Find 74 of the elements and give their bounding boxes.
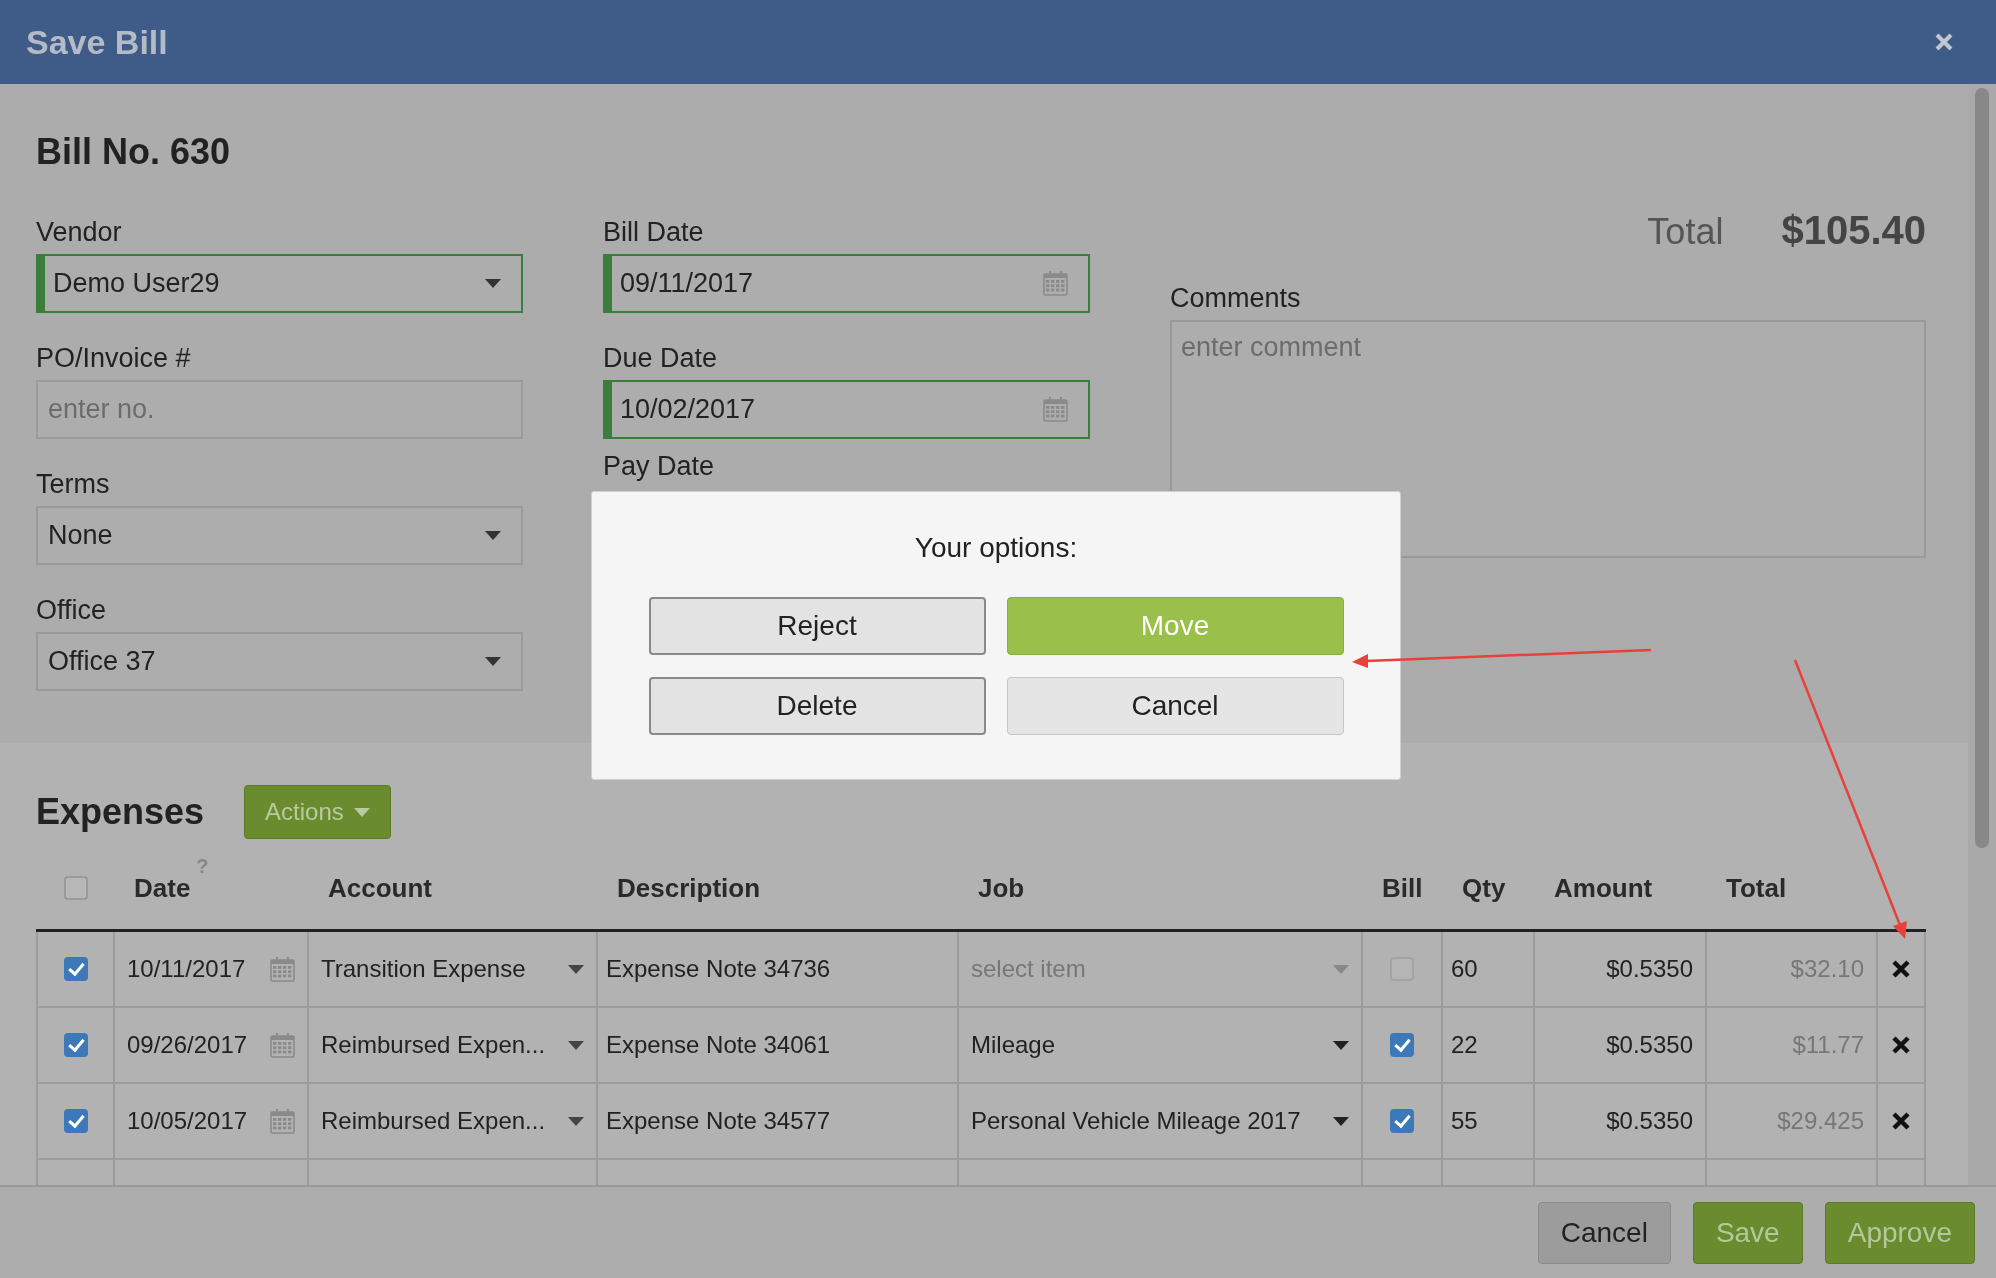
- quantity-text: 55: [1451, 1107, 1478, 1135]
- checkbox[interactable]: [1390, 1109, 1414, 1133]
- total-label: Total: [1647, 211, 1724, 253]
- field-label: Bill Date: [603, 216, 704, 249]
- description-text: Expense Note 34061: [606, 1031, 831, 1059]
- option-button[interactable]: Cancel: [1006, 677, 1344, 735]
- date-field[interactable]: 10/02/2017: [603, 380, 1090, 439]
- quantity-text: 22: [1451, 1031, 1478, 1059]
- column-header: Bill: [1382, 872, 1423, 904]
- quantity-text: 60: [1451, 955, 1478, 983]
- bill-title: Bill No. 630: [36, 130, 231, 174]
- caret-icon: [485, 657, 501, 666]
- total-amount: $105.40: [1781, 208, 1926, 253]
- checkbox[interactable]: [63, 1033, 88, 1057]
- caret-icon: [353, 807, 370, 817]
- select-field[interactable]: Office 37: [36, 632, 523, 691]
- total-text: $29.425: [1777, 1107, 1864, 1135]
- field-label: Office: [36, 594, 107, 627]
- amount-text: $0.5350: [1606, 955, 1693, 983]
- delete-icon[interactable]: [1891, 1111, 1911, 1131]
- footer-button[interactable]: Cancel: [1537, 1201, 1671, 1264]
- field-label: Terms: [36, 468, 110, 501]
- date-text: 10/11/2017: [127, 955, 246, 983]
- date-field[interactable]: 09/11/2017: [603, 254, 1090, 313]
- field-label: Vendor: [36, 216, 122, 249]
- job-select[interactable]: Personal Vehicle Mileage 2017: [971, 1107, 1301, 1135]
- option-button[interactable]: Delete: [648, 677, 986, 735]
- description-text: Expense Note 34736: [606, 955, 831, 983]
- select-field[interactable]: Demo User29: [36, 254, 523, 313]
- total-text: $32.10: [1790, 955, 1864, 983]
- caret-icon: [568, 964, 584, 974]
- column-header: Job: [978, 872, 1025, 904]
- column-header: Account: [328, 872, 432, 904]
- scrollbar-thumb[interactable]: [1975, 88, 1989, 848]
- close-icon[interactable]: [1934, 32, 1954, 52]
- delete-icon[interactable]: [1891, 959, 1911, 979]
- checkbox[interactable]: [63, 876, 88, 900]
- column-header: Description: [617, 872, 761, 904]
- input-field[interactable]: enter no.: [36, 380, 523, 439]
- job-select[interactable]: Mileage: [971, 1031, 1056, 1059]
- checkbox[interactable]: [1390, 1033, 1414, 1057]
- column-header: Total: [1726, 872, 1787, 904]
- caret-icon: [1333, 1116, 1349, 1126]
- account-select[interactable]: Reimbursed Expen...: [321, 1107, 546, 1135]
- column-header: Qty: [1462, 872, 1506, 904]
- caret-icon: [485, 279, 501, 288]
- date-text: 10/05/2017: [127, 1107, 248, 1135]
- select-field[interactable]: None: [36, 506, 523, 565]
- caret-icon: [568, 1116, 584, 1126]
- field-label: PO/Invoice #: [36, 342, 191, 375]
- caret-icon: [568, 1040, 584, 1050]
- total-text: $11.77: [1792, 1031, 1864, 1059]
- section-title: Expenses: [36, 791, 205, 833]
- dialog-title: Your options:: [914, 531, 1078, 565]
- field-label: Pay Date: [603, 450, 715, 483]
- field-label: Comments: [1170, 282, 1301, 315]
- amount-text: $0.5350: [1606, 1107, 1693, 1135]
- field-label: Due Date: [603, 342, 718, 375]
- description-text: Expense Note 34577: [606, 1107, 831, 1135]
- column-header: Date: [134, 872, 191, 904]
- account-select[interactable]: Reimbursed Expen...: [321, 1031, 546, 1059]
- checkbox[interactable]: [63, 957, 88, 981]
- checkbox[interactable]: [63, 1109, 88, 1133]
- caret-icon: [1333, 964, 1349, 974]
- window-title: Save Bill: [26, 22, 168, 62]
- caret-icon: [485, 531, 501, 540]
- amount-text: $0.5350: [1606, 1031, 1693, 1059]
- date-text: 09/26/2017: [127, 1031, 248, 1059]
- account-select[interactable]: Transition Expense: [321, 955, 526, 983]
- comments-field[interactable]: enter comment: [1170, 320, 1926, 558]
- option-button[interactable]: Reject: [648, 597, 986, 655]
- delete-icon[interactable]: [1891, 1035, 1911, 1055]
- column-header: Amount: [1554, 872, 1653, 904]
- caret-icon: [1333, 1040, 1349, 1050]
